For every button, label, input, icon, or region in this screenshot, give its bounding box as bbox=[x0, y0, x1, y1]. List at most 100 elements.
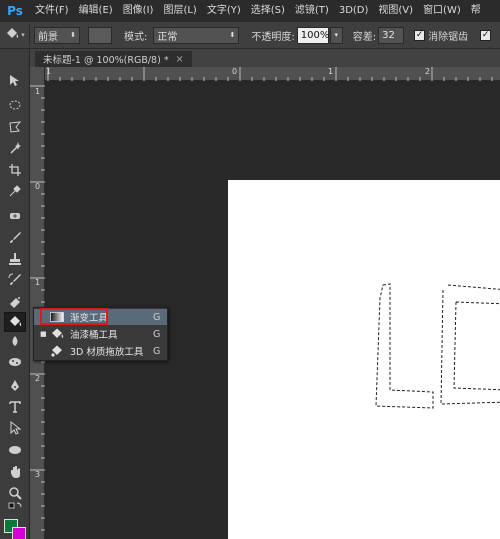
dodge-tool[interactable] bbox=[4, 352, 26, 372]
flyout-item-3d-material-drop[interactable]: 3D 材质拖放工具 G bbox=[34, 343, 167, 359]
lasso-tool[interactable] bbox=[4, 117, 26, 137]
paint-bucket-icon bbox=[48, 327, 66, 341]
ruler-label: 3 bbox=[35, 470, 41, 479]
flyout-item-paint-bucket[interactable]: ■ 油漆桶工具 G bbox=[34, 326, 167, 342]
eyedropper-tool[interactable] bbox=[4, 181, 26, 201]
ruler-label: 2 bbox=[35, 374, 41, 383]
updown-arrows-icon: ⬍ bbox=[70, 31, 76, 39]
menu-type[interactable]: 文字(Y) bbox=[202, 0, 246, 22]
3d-material-drop-icon bbox=[48, 344, 66, 358]
tolerance-input[interactable]: 32 bbox=[378, 26, 405, 44]
menu-image[interactable]: 图像(I) bbox=[118, 0, 159, 22]
opacity-input[interactable]: 100% bbox=[296, 26, 329, 44]
magic-wand-icon bbox=[10, 142, 21, 154]
menu-view[interactable]: 视图(V) bbox=[373, 0, 418, 22]
polygonal-lasso-icon bbox=[9, 121, 22, 133]
pen-tool[interactable] bbox=[4, 376, 26, 396]
annotation-highlight-box bbox=[40, 308, 108, 325]
ruler-label: 1 bbox=[46, 67, 52, 76]
document-tab-title: 未标题-1 @ 100%(RGB/8) * bbox=[43, 55, 169, 66]
ruler-label: 2 bbox=[425, 67, 431, 76]
contiguous-checkbox[interactable]: ✓ bbox=[480, 29, 492, 41]
healing-brush-tool[interactable] bbox=[4, 206, 26, 226]
shortcut-key: G bbox=[153, 328, 161, 340]
shortcut-key: G bbox=[153, 311, 161, 323]
menu-filter[interactable]: 滤镜(T) bbox=[290, 0, 334, 22]
type-tool[interactable] bbox=[4, 397, 26, 417]
menu-3d[interactable]: 3D(D) bbox=[334, 0, 374, 22]
tolerance-value: 32 bbox=[382, 29, 395, 41]
move-icon bbox=[10, 75, 19, 86]
mode-label: 模式: bbox=[124, 31, 148, 43]
menu-layer[interactable]: 图层(L) bbox=[158, 0, 201, 22]
hand-tool[interactable] bbox=[4, 462, 26, 482]
selection-marquee bbox=[375, 283, 500, 409]
mode-value: 正常 bbox=[157, 31, 178, 43]
brush-icon bbox=[10, 232, 21, 243]
ruler-label: 1 bbox=[328, 67, 334, 76]
paint-bucket-tool[interactable] bbox=[4, 312, 26, 332]
zoom-icon bbox=[9, 487, 22, 500]
mode-select[interactable]: 正常 ⬍ bbox=[153, 26, 240, 44]
ruler-ticks bbox=[47, 67, 493, 81]
menu-bar: Ps 文件(F) 编辑(E) 图像(I) 图层(L) 文字(Y) 选择(S) 滤… bbox=[0, 0, 500, 22]
pattern-picker[interactable] bbox=[88, 26, 112, 44]
ruler-label: 1 bbox=[35, 278, 41, 287]
checkmark-icon: ✓ bbox=[481, 29, 490, 40]
clone-stamp-tool[interactable] bbox=[4, 249, 26, 269]
background-color-swatch[interactable] bbox=[12, 527, 26, 539]
active-bullet bbox=[40, 348, 46, 354]
shortcut-key: G bbox=[153, 345, 161, 357]
default-colors-button[interactable] bbox=[4, 501, 26, 515]
updown-arrows-icon: ⬍ bbox=[229, 31, 236, 39]
chevron-down-icon: ▾ bbox=[21, 31, 25, 39]
tools-panel bbox=[0, 49, 30, 539]
antialias-checkbox[interactable]: ✓ bbox=[414, 29, 426, 41]
move-tool[interactable] bbox=[4, 71, 26, 91]
magic-wand-tool[interactable] bbox=[4, 138, 26, 158]
chevron-down-icon: ▾ bbox=[334, 31, 338, 39]
marquee-tool[interactable] bbox=[4, 95, 26, 115]
opacity-slider-toggle[interactable]: ▾ bbox=[329, 26, 343, 44]
stamp-icon bbox=[9, 253, 21, 265]
ruler-label: 1 bbox=[35, 87, 41, 96]
ellipse-shape-icon bbox=[9, 446, 21, 454]
vertical-ruler[interactable]: 1 0 1 2 3 bbox=[30, 67, 45, 539]
close-icon[interactable]: × bbox=[176, 54, 184, 65]
healing-brush-icon bbox=[10, 213, 20, 219]
shape-tool[interactable] bbox=[4, 440, 26, 460]
ruler-ticks bbox=[30, 85, 45, 531]
crop-tool[interactable] bbox=[4, 160, 26, 180]
horizontal-ruler[interactable]: 1 0 1 2 bbox=[45, 67, 500, 81]
zoom-tool[interactable] bbox=[4, 483, 26, 503]
menu-help[interactable]: 帮 bbox=[466, 0, 486, 22]
document-canvas[interactable] bbox=[228, 180, 500, 539]
menu-edit[interactable]: 编辑(E) bbox=[74, 0, 118, 22]
options-bar: ▾ 前景 ⬍ 模式: 正常 ⬍ 不透明度: 100% ▾ 容差: 32 ✓ 消除… bbox=[0, 22, 500, 49]
blur-tool[interactable] bbox=[4, 332, 26, 352]
eyedropper-icon bbox=[9, 185, 21, 197]
menu-select[interactable]: 选择(S) bbox=[246, 0, 290, 22]
eraser-tool[interactable] bbox=[4, 292, 26, 312]
crop-icon bbox=[9, 164, 21, 176]
ruler-label: 0 bbox=[35, 182, 41, 191]
tolerance-label: 容差: bbox=[352, 31, 377, 43]
blur-icon bbox=[12, 336, 18, 346]
pen-icon bbox=[11, 380, 19, 391]
hand-icon bbox=[11, 466, 20, 478]
photoshop-logo: Ps bbox=[7, 4, 23, 18]
menu-window[interactable]: 窗口(W) bbox=[418, 0, 466, 22]
checkmark-icon: ✓ bbox=[415, 29, 424, 40]
menu-file[interactable]: 文件(F) bbox=[30, 0, 74, 22]
active-bullet: ■ bbox=[40, 330, 47, 338]
document-tab[interactable]: 未标题-1 @ 100%(RGB/8) * × bbox=[35, 51, 192, 67]
tool-preset-picker[interactable]: ▾ bbox=[0, 24, 30, 46]
type-icon bbox=[9, 401, 21, 413]
path-selection-tool[interactable] bbox=[4, 418, 26, 438]
flyout-item-label: 油漆桶工具 bbox=[70, 330, 118, 341]
brush-tool[interactable] bbox=[4, 228, 26, 248]
fill-source-select[interactable]: 前景 ⬍ bbox=[34, 26, 80, 44]
history-brush-tool[interactable] bbox=[4, 270, 26, 290]
eraser-icon bbox=[10, 297, 20, 308]
elliptical-marquee-icon bbox=[9, 100, 21, 110]
